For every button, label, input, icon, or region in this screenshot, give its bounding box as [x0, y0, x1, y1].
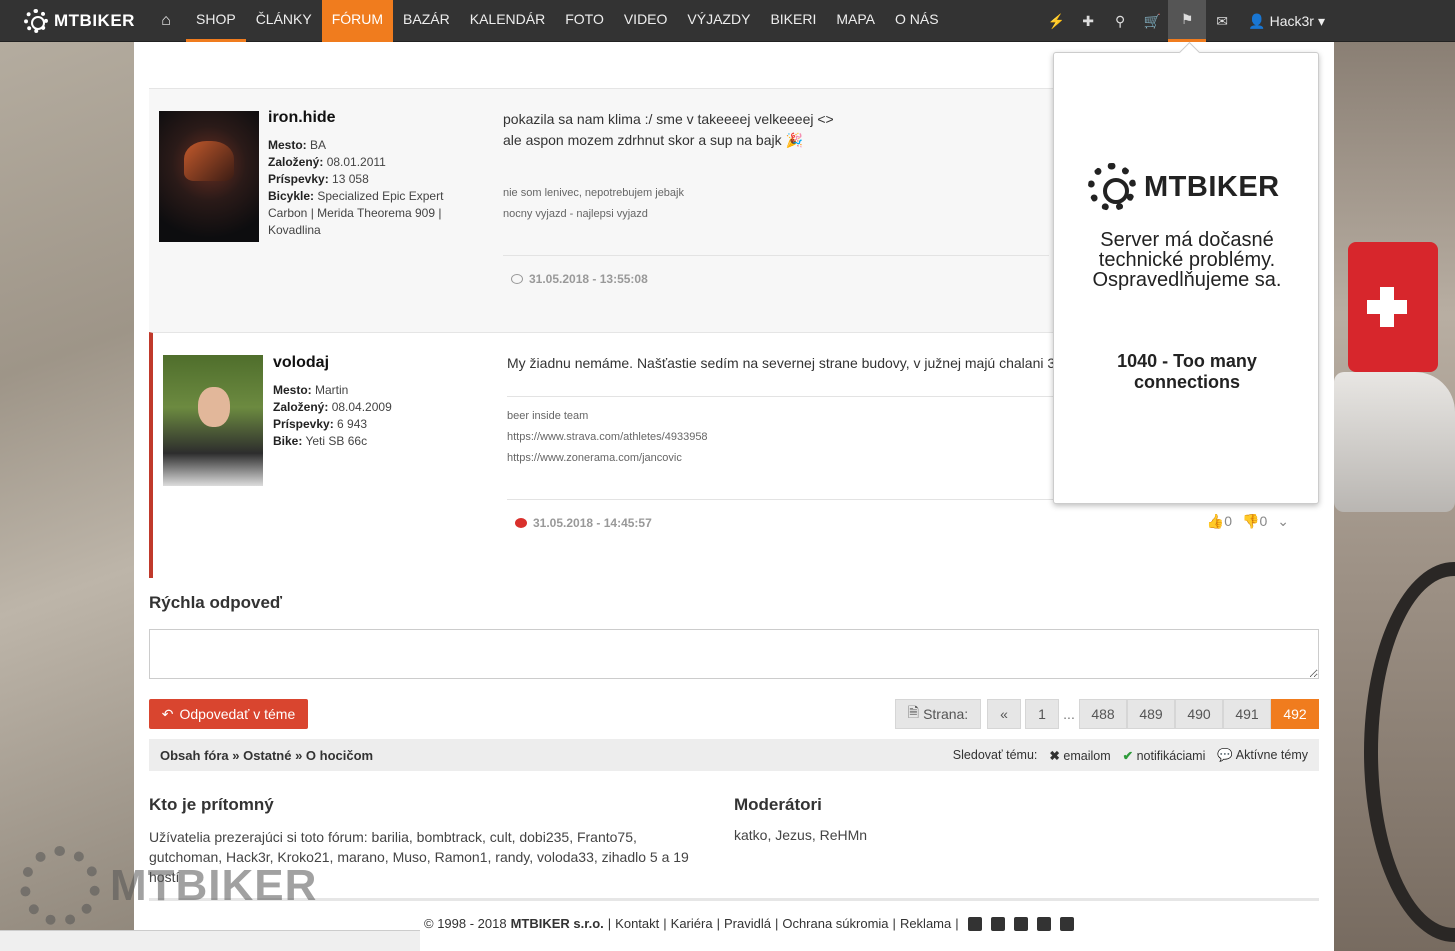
user-info: Mesto: Martin Založený: 08.04.2009 Prísp… — [273, 383, 392, 448]
server-error-popup: MTBIKER Server má dočasné technické prob… — [1053, 52, 1319, 504]
top-navbar: MTBIKER ⌂ SHOP ČLÁNKY FÓRUM BAZÁR KALEND… — [0, 0, 1455, 42]
comment-icon — [511, 274, 523, 284]
current-page[interactable]: 492 — [1271, 699, 1319, 729]
party-emoji-icon: 🎉 — [785, 132, 803, 148]
nav-foto[interactable]: FOTO — [555, 0, 614, 42]
user-menu[interactable]: 👤 Hack3r ▾ — [1238, 13, 1455, 30]
follow-topic: Sledovať tému: ✖ emailom ✔ notifikáciami… — [952, 747, 1308, 763]
moderators-title: Moderátori — [734, 795, 822, 814]
thumbs-up-icon: 👍 — [1206, 513, 1225, 529]
prev-page-button[interactable]: « — [987, 699, 1021, 729]
gear-watermark-icon — [20, 846, 100, 926]
user-icon: 👤 — [1248, 12, 1266, 29]
avatar[interactable] — [159, 111, 259, 242]
twitter-icon[interactable] — [1036, 916, 1051, 931]
nav-o-nas[interactable]: O NÁS — [885, 0, 949, 42]
user-info: Mesto: BA Založený: 08.01.2011 Príspevky… — [268, 138, 444, 237]
rss-icon[interactable] — [1059, 916, 1074, 931]
footer-link[interactable]: Kontakt — [615, 916, 659, 931]
caret-down-icon: ▾ — [1317, 12, 1325, 29]
nav-mapa[interactable]: MAPA — [826, 0, 885, 42]
cart-icon[interactable]: 🛒 — [1136, 0, 1168, 42]
follow-notifications[interactable]: ✔ notifikáciami — [1123, 748, 1206, 763]
background-left — [0, 42, 134, 951]
facebook-icon[interactable] — [967, 916, 982, 931]
page-link[interactable]: 489 — [1127, 699, 1175, 729]
footer-link[interactable]: Reklama — [900, 916, 951, 931]
like-button[interactable]: 👍0 — [1207, 513, 1232, 530]
search-icon[interactable]: ⚲ — [1104, 0, 1136, 42]
follow-email[interactable]: ✖ emailom — [1049, 748, 1110, 763]
post-date[interactable]: 31.05.2018 - 14:45:57 — [515, 516, 652, 530]
divider — [503, 255, 1049, 256]
nav-kalendar[interactable]: KALENDÁR — [460, 0, 555, 42]
thumbs-down-icon: 👎 — [1242, 513, 1260, 529]
page-link[interactable]: 1 — [1025, 699, 1059, 729]
page-label: 🗎 Strana: — [895, 699, 981, 729]
breadcrumb-links[interactable]: Obsah fóra » Ostatné » O hocičom — [160, 748, 373, 763]
page-ellipsis: ... — [1063, 706, 1075, 722]
lightning-icon[interactable]: ⚡ — [1040, 0, 1072, 42]
flag-icon[interactable]: ⚑ — [1168, 0, 1207, 42]
strava-link[interactable]: https://www.strava.com/athletes/4933958 — [507, 427, 708, 448]
comments-icon: 💬 — [1217, 747, 1233, 762]
nav-vyjazdy[interactable]: VÝJAZDY — [677, 0, 760, 42]
error-code: 1040 - Too many connections — [1117, 351, 1257, 392]
status-bar — [0, 930, 420, 951]
dislike-button[interactable]: 👎0 — [1242, 513, 1267, 530]
footer-link[interactable]: Ochrana súkromia — [782, 916, 888, 931]
page-link[interactable]: 490 — [1175, 699, 1223, 729]
home-icon[interactable]: ⌂ — [146, 0, 186, 42]
comment-icon — [515, 518, 527, 528]
check-icon: ✔ — [1122, 748, 1134, 763]
envelope-icon[interactable]: ✉ — [1206, 0, 1238, 42]
nav-clanky[interactable]: ČLÁNKY — [246, 0, 322, 42]
gear-logo-icon — [1088, 163, 1136, 211]
post-signature: beer inside team https://www.strava.com/… — [507, 406, 708, 469]
reply-button[interactable]: ↶ Odpovedať v téme — [149, 699, 308, 729]
post-signature: nie som lenivec, nepotrebujem jebajk noc… — [503, 187, 684, 220]
nav-forum[interactable]: FÓRUM — [321, 0, 394, 42]
post-body: My žiadnu nemáme. Našťastie sedím na sev… — [507, 355, 1056, 371]
quick-reply-textarea[interactable] — [149, 629, 1319, 679]
page-link[interactable]: 488 — [1079, 699, 1127, 729]
nav-bazar[interactable]: BAZÁR — [393, 0, 460, 42]
youtube-icon[interactable] — [990, 916, 1005, 931]
nav-bikeri[interactable]: BIKERI — [760, 0, 826, 42]
moderators-list[interactable]: katko, Jezus, ReHMn — [734, 827, 867, 843]
reply-arrow-icon: ↶ — [161, 705, 174, 722]
close-icon: ✖ — [1049, 748, 1060, 763]
post-date[interactable]: 31.05.2018 - 13:55:08 — [511, 272, 648, 286]
divider — [507, 396, 1057, 397]
site-logo[interactable]: MTBIKER — [24, 8, 138, 33]
instagram-icon[interactable] — [1013, 916, 1028, 931]
background-right — [1334, 42, 1455, 951]
avatar[interactable] — [163, 355, 263, 486]
breadcrumb: Obsah fóra » Ostatné » O hocičom Sledova… — [149, 739, 1319, 771]
popup-logo: MTBIKER — [1088, 163, 1280, 211]
error-message: Server má dočasné technické problémy. Os… — [1092, 229, 1282, 291]
zonerama-link[interactable]: https://www.zonerama.com/jancovic — [507, 448, 708, 469]
quick-reply-title: Rýchla odpoveď — [149, 593, 283, 612]
nav-shop[interactable]: SHOP — [186, 0, 246, 42]
gear-logo-icon — [24, 8, 48, 33]
chevron-down-icon[interactable]: ⌄ — [1277, 513, 1289, 530]
page-link[interactable]: 491 — [1223, 699, 1271, 729]
document-icon: 🗎 — [907, 704, 920, 720]
post-username[interactable]: iron.hide — [268, 109, 336, 127]
post-votes: 👍0 👎0 ⌄ — [1207, 513, 1289, 530]
footer-link[interactable]: Kariéra — [671, 916, 713, 931]
divider — [149, 898, 1319, 901]
plus-icon[interactable]: ✚ — [1072, 0, 1104, 42]
watermark-logo: MTBIKER — [20, 846, 317, 926]
footer: © 1998 - 2018 MTBIKER s.r.o. | Kontakt |… — [424, 916, 1074, 931]
nav-video[interactable]: VIDEO — [614, 0, 678, 42]
footer-link[interactable]: Pravidlá — [724, 916, 771, 931]
post-body: pokazila sa nam klima :/ sme v takeeeej … — [503, 111, 834, 148]
who-is-online-title: Kto je prítomný — [149, 795, 274, 814]
post-username[interactable]: volodaj — [273, 354, 329, 372]
active-topics-link[interactable]: 💬 Aktívne témy — [1217, 748, 1308, 763]
pagination: 🗎 Strana: « 1 ... 488 489 490 491 492 — [895, 699, 1319, 729]
